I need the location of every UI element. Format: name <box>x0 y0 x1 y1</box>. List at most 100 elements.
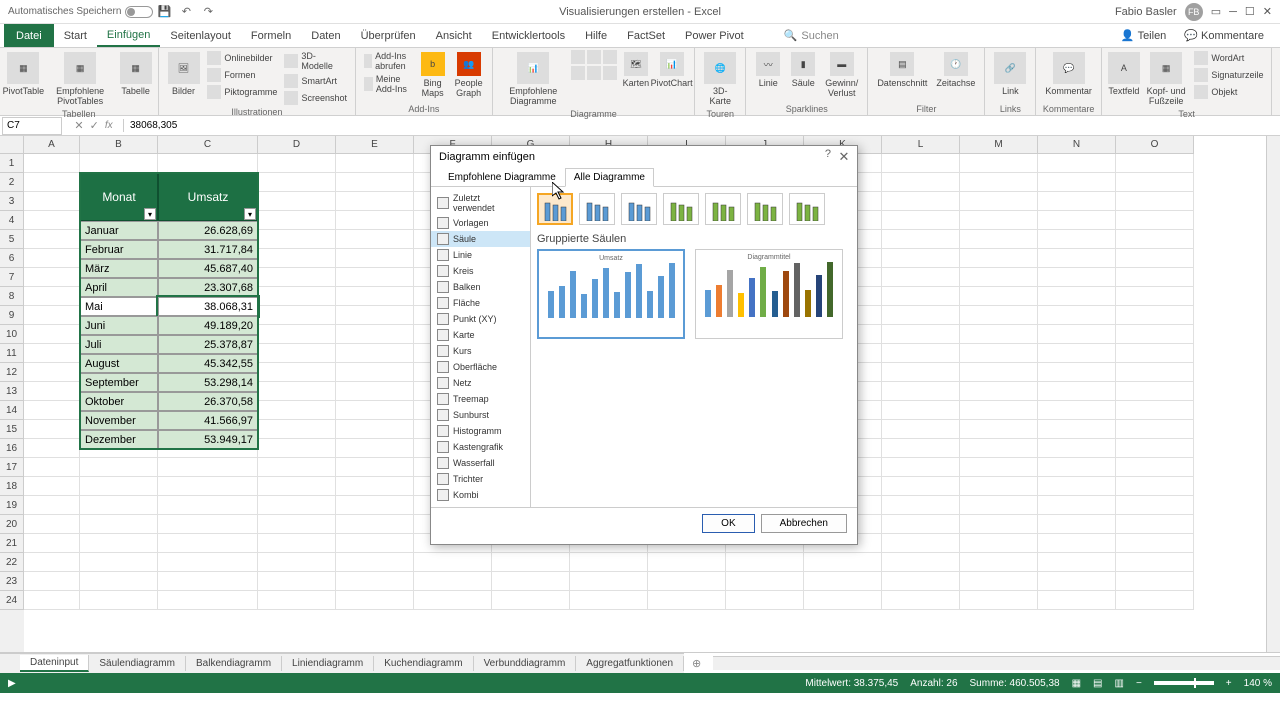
dialog-close-icon[interactable]: ✕ <box>835 148 853 166</box>
cell[interactable] <box>882 420 960 439</box>
cell[interactable] <box>1116 515 1194 534</box>
slicer-button[interactable]: ▤Datenschnitt <box>874 50 930 90</box>
get-addins-button[interactable]: Add-Ins abrufen <box>362 50 414 72</box>
cell[interactable] <box>1116 382 1194 401</box>
column-header[interactable]: N <box>1038 136 1116 154</box>
sheet-tab[interactable]: Kuchendiagramm <box>374 656 473 671</box>
ribbon-tab-formeln[interactable]: Formeln <box>241 24 301 47</box>
chart-category-item[interactable]: Säule <box>431 231 530 247</box>
cell[interactable] <box>24 173 80 192</box>
vertical-scrollbar[interactable] <box>1266 136 1280 652</box>
table-cell[interactable]: Januar <box>80 221 158 240</box>
cell[interactable] <box>336 173 414 192</box>
cell[interactable] <box>80 591 158 610</box>
cell[interactable] <box>336 268 414 287</box>
table-cell[interactable]: September <box>80 373 158 392</box>
accept-formula-icon[interactable]: ✓ <box>90 119 99 132</box>
cell[interactable] <box>258 477 336 496</box>
cell[interactable] <box>336 192 414 211</box>
chart-category-item[interactable]: Kombi <box>431 487 530 503</box>
table-cell[interactable]: Mai <box>80 297 158 316</box>
sparkline-winloss-button[interactable]: ▬Gewinn/ Verlust <box>822 50 861 100</box>
record-macro-icon[interactable]: ▶ <box>8 678 16 689</box>
table-cell[interactable]: November <box>80 411 158 430</box>
cell[interactable] <box>1038 420 1116 439</box>
column-header[interactable]: M <box>960 136 1038 154</box>
column-header[interactable]: E <box>336 136 414 154</box>
cell[interactable] <box>336 306 414 325</box>
cell[interactable] <box>882 211 960 230</box>
ribbon-tab-hilfe[interactable]: Hilfe <box>575 24 617 47</box>
row-header[interactable]: 2 <box>0 173 24 192</box>
row-header[interactable]: 14 <box>0 401 24 420</box>
cell[interactable] <box>882 154 960 173</box>
column-header[interactable]: D <box>258 136 336 154</box>
cell[interactable] <box>882 268 960 287</box>
chart-column-icon[interactable] <box>571 50 585 64</box>
cancel-button[interactable]: Abbrechen <box>761 514 847 533</box>
cell[interactable] <box>1116 211 1194 230</box>
cell[interactable] <box>24 268 80 287</box>
cell[interactable] <box>882 515 960 534</box>
cell[interactable] <box>648 572 726 591</box>
cell[interactable] <box>414 553 492 572</box>
chart-category-item[interactable]: Wasserfall <box>431 455 530 471</box>
table-cell[interactable]: Juli <box>80 335 158 354</box>
cell[interactable] <box>258 553 336 572</box>
filter-button[interactable]: ▾ <box>144 208 156 220</box>
table-cell[interactable]: 49.189,20 <box>158 316 258 335</box>
table-cell[interactable]: Oktober <box>80 392 158 411</box>
cell[interactable] <box>1038 515 1116 534</box>
cell[interactable] <box>24 591 80 610</box>
column-header[interactable]: O <box>1116 136 1194 154</box>
ribbon-tab-seitenlayout[interactable]: Seitenlayout <box>160 24 241 47</box>
cell[interactable] <box>24 515 80 534</box>
cell[interactable] <box>882 363 960 382</box>
cell[interactable] <box>882 306 960 325</box>
row-header[interactable]: 1 <box>0 154 24 173</box>
cell[interactable] <box>1038 344 1116 363</box>
cell[interactable] <box>1116 306 1194 325</box>
cell[interactable] <box>570 591 648 610</box>
row-header[interactable]: 9 <box>0 306 24 325</box>
cell[interactable] <box>1116 496 1194 515</box>
toggle-icon[interactable] <box>125 6 153 18</box>
cell[interactable] <box>258 382 336 401</box>
cell[interactable] <box>24 382 80 401</box>
cell[interactable] <box>24 572 80 591</box>
cell[interactable] <box>258 287 336 306</box>
sheet-tab[interactable]: Säulendiagramm <box>89 656 186 671</box>
ribbon-tab-factset[interactable]: FactSet <box>617 24 675 47</box>
table-cell[interactable]: 26.370,58 <box>158 392 258 411</box>
sheet-tab[interactable]: Dateninput <box>20 655 89 672</box>
chart-subtype[interactable] <box>663 193 699 225</box>
cell[interactable] <box>158 477 258 496</box>
cell[interactable] <box>882 344 960 363</box>
cancel-formula-icon[interactable]: ✕ <box>74 119 83 132</box>
sheet-tab[interactable]: Liniendiagramm <box>282 656 374 671</box>
row-header[interactable]: 23 <box>0 572 24 591</box>
cell[interactable] <box>24 439 80 458</box>
cell[interactable] <box>960 268 1038 287</box>
sheet-tab[interactable]: Verbunddiagramm <box>474 656 577 671</box>
cell[interactable] <box>24 496 80 515</box>
cell[interactable] <box>1038 211 1116 230</box>
cell[interactable] <box>570 572 648 591</box>
cell[interactable] <box>24 249 80 268</box>
cell[interactable] <box>1038 230 1116 249</box>
new-sheet-button[interactable]: ⊕ <box>684 657 709 670</box>
table-cell[interactable]: August <box>80 354 158 373</box>
select-all-corner[interactable] <box>0 136 24 154</box>
cell[interactable] <box>882 382 960 401</box>
cell[interactable] <box>960 173 1038 192</box>
cell[interactable] <box>336 477 414 496</box>
table-cell[interactable]: 31.717,84 <box>158 240 258 259</box>
window-maximize-icon[interactable]: ☐ <box>1245 5 1255 18</box>
cell[interactable] <box>1116 344 1194 363</box>
cell[interactable] <box>1038 325 1116 344</box>
view-pagebreak-icon[interactable]: ▥ <box>1115 678 1124 689</box>
cell[interactable] <box>336 420 414 439</box>
comment-button[interactable]: 💬Kommentar <box>1042 50 1095 98</box>
cell[interactable] <box>24 534 80 553</box>
cell[interactable] <box>80 572 158 591</box>
